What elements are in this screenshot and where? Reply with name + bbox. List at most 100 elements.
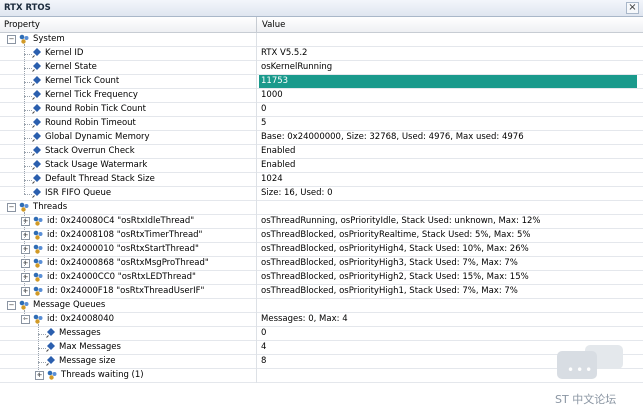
collapse-icon[interactable]: − bbox=[21, 315, 30, 324]
component-group-icon bbox=[33, 230, 43, 240]
close-icon[interactable]: × bbox=[626, 2, 639, 14]
property-row[interactable]: ISR FIFO Queue Size: 16, Used: 0 bbox=[0, 187, 643, 201]
pin-icon bbox=[32, 48, 41, 58]
pin-icon bbox=[32, 62, 41, 72]
property-row[interactable]: Kernel State osKernelRunning bbox=[0, 61, 643, 75]
expand-icon[interactable]: + bbox=[21, 231, 30, 240]
pin-icon bbox=[46, 342, 55, 352]
property-value[interactable]: osKernelRunning bbox=[259, 61, 637, 74]
property-label: id: 0x24000010 "osRtxStartThread" bbox=[47, 244, 199, 254]
component-group-icon bbox=[33, 258, 43, 268]
property-label: Threads waiting (1) bbox=[61, 370, 144, 380]
property-value[interactable] bbox=[259, 33, 637, 46]
expand-icon[interactable]: + bbox=[21, 217, 30, 226]
property-row[interactable]: Message size 8 bbox=[0, 355, 643, 369]
property-row[interactable]: Kernel ID RTX V5.5.2 bbox=[0, 47, 643, 61]
property-value[interactable]: osThreadBlocked, osPriorityHigh3, Stack … bbox=[259, 257, 637, 270]
group-row[interactable]: + id: 0x24000F18 "osRtxThreadUserIF" osThr… bbox=[0, 285, 643, 299]
property-value[interactable]: Base: 0x24000000, Size: 32768, Used: 497… bbox=[259, 131, 637, 144]
pin-icon bbox=[32, 118, 41, 128]
group-row[interactable]: + id: 0x24008108 "osRtxTimerThread" osThre… bbox=[0, 229, 643, 243]
property-value[interactable]: Size: 16, Used: 0 bbox=[259, 187, 637, 200]
component-group-icon bbox=[33, 286, 43, 296]
property-label: id: 0x240080C4 "osRtxIdleThread" bbox=[47, 216, 195, 226]
property-value[interactable] bbox=[259, 299, 637, 312]
property-value[interactable]: osThreadBlocked, osPriorityHigh1, Stack … bbox=[259, 285, 637, 298]
property-value[interactable]: osThreadBlocked, osPriorityRealtime, Sta… bbox=[259, 229, 637, 242]
property-row[interactable]: Stack Usage Watermark Enabled bbox=[0, 159, 643, 173]
property-value[interactable] bbox=[259, 201, 637, 214]
collapse-icon[interactable]: − bbox=[7, 35, 16, 44]
property-value[interactable]: Messages: 0, Max: 4 bbox=[259, 313, 637, 326]
expand-icon[interactable]: + bbox=[21, 273, 30, 282]
group-row[interactable]: − System bbox=[0, 33, 643, 47]
group-row[interactable]: + id: 0x240080C4 "osRtxIdleThread" osThrea… bbox=[0, 215, 643, 229]
property-row[interactable]: Max Messages 4 bbox=[0, 341, 643, 355]
pin-icon bbox=[32, 146, 41, 156]
property-label: Kernel ID bbox=[45, 48, 84, 58]
pin-icon bbox=[32, 90, 41, 100]
property-value[interactable]: 1024 bbox=[259, 173, 637, 186]
property-label: Messages bbox=[59, 328, 101, 338]
watermark-text: ST 中文论坛 bbox=[555, 393, 617, 406]
property-label: System bbox=[33, 34, 65, 44]
property-label: ISR FIFO Queue bbox=[45, 188, 112, 198]
property-row[interactable]: Round Robin Tick Count 0 bbox=[0, 103, 643, 117]
property-row[interactable]: Messages 0 bbox=[0, 327, 643, 341]
collapse-icon[interactable]: − bbox=[7, 301, 16, 310]
window-title: RTX RTOS bbox=[4, 3, 51, 13]
group-row[interactable]: + id: 0x24000CC0 "osRtxLEDThread" osThread… bbox=[0, 271, 643, 285]
group-row[interactable]: + id: 0x24000010 "osRtxStartThread" osThre… bbox=[0, 243, 643, 257]
property-row[interactable]: Kernel Tick Frequency 1000 bbox=[0, 89, 643, 103]
expand-icon[interactable]: + bbox=[21, 259, 30, 268]
forum-watermark: ••• ST 中文论坛 bbox=[555, 345, 635, 407]
property-value[interactable]: 1000 bbox=[259, 89, 637, 102]
property-column-header[interactable]: Property bbox=[4, 20, 40, 30]
pin-icon bbox=[32, 76, 41, 86]
pin-icon bbox=[32, 104, 41, 114]
property-label: Kernel Tick Frequency bbox=[45, 90, 138, 100]
group-row[interactable]: − id: 0x24008040 Messages: 0, Max: 4 bbox=[0, 313, 643, 327]
property-value[interactable]: 5 bbox=[259, 117, 637, 130]
collapse-icon[interactable]: − bbox=[7, 203, 16, 212]
property-label: id: 0x24000868 "osRtxMsgProThread" bbox=[47, 258, 209, 268]
group-row[interactable]: + Threads waiting (1) bbox=[0, 369, 643, 383]
component-group-icon bbox=[33, 272, 43, 282]
expand-icon[interactable]: + bbox=[35, 371, 44, 380]
property-value[interactable]: 11753 bbox=[259, 75, 637, 88]
property-row[interactable]: Global Dynamic Memory Base: 0x24000000, S… bbox=[0, 131, 643, 145]
property-label: id: 0x24008040 bbox=[47, 314, 115, 324]
value-column-header[interactable]: Value bbox=[262, 20, 285, 30]
grid-header: Property Value bbox=[0, 17, 643, 33]
property-row[interactable]: Kernel Tick Count 11753 bbox=[0, 75, 643, 89]
property-label: Message Queues bbox=[33, 300, 106, 310]
property-value[interactable]: osThreadRunning, osPriorityIdle, Stack U… bbox=[259, 215, 637, 228]
property-value[interactable]: RTX V5.5.2 bbox=[259, 47, 637, 60]
property-value[interactable]: osThreadBlocked, osPriorityHigh2, Stack … bbox=[259, 271, 637, 284]
property-value[interactable]: 0 bbox=[259, 327, 637, 340]
component-group-icon bbox=[33, 216, 43, 226]
property-value[interactable]: Enabled bbox=[259, 145, 637, 158]
property-label: Max Messages bbox=[59, 342, 121, 352]
property-value[interactable]: 0 bbox=[259, 103, 637, 116]
pin-icon bbox=[32, 160, 41, 170]
pin-icon bbox=[32, 174, 41, 184]
property-label: Kernel Tick Count bbox=[45, 76, 120, 86]
property-row[interactable]: Default Thread Stack Size 1024 bbox=[0, 173, 643, 187]
group-row[interactable]: − Threads bbox=[0, 201, 643, 215]
expand-icon[interactable]: + bbox=[21, 245, 30, 254]
property-label: Message size bbox=[59, 356, 116, 366]
property-value[interactable]: Enabled bbox=[259, 159, 637, 172]
column-divider[interactable] bbox=[256, 17, 257, 33]
group-row[interactable]: + id: 0x24000868 "osRtxMsgProThread" osThr… bbox=[0, 257, 643, 271]
component-group-icon bbox=[33, 244, 43, 254]
expand-icon[interactable]: + bbox=[21, 287, 30, 296]
property-row[interactable]: Round Robin Timeout 5 bbox=[0, 117, 643, 131]
property-row[interactable]: Stack Overrun Check Enabled bbox=[0, 145, 643, 159]
property-label: Stack Usage Watermark bbox=[45, 160, 148, 170]
pin-icon bbox=[32, 188, 41, 198]
property-label: id: 0x24008108 "osRtxTimerThread" bbox=[47, 230, 203, 240]
group-row[interactable]: − Message Queues bbox=[0, 299, 643, 313]
property-label: Kernel State bbox=[45, 62, 97, 72]
property-value[interactable]: osThreadBlocked, osPriorityHigh4, Stack … bbox=[259, 243, 637, 256]
